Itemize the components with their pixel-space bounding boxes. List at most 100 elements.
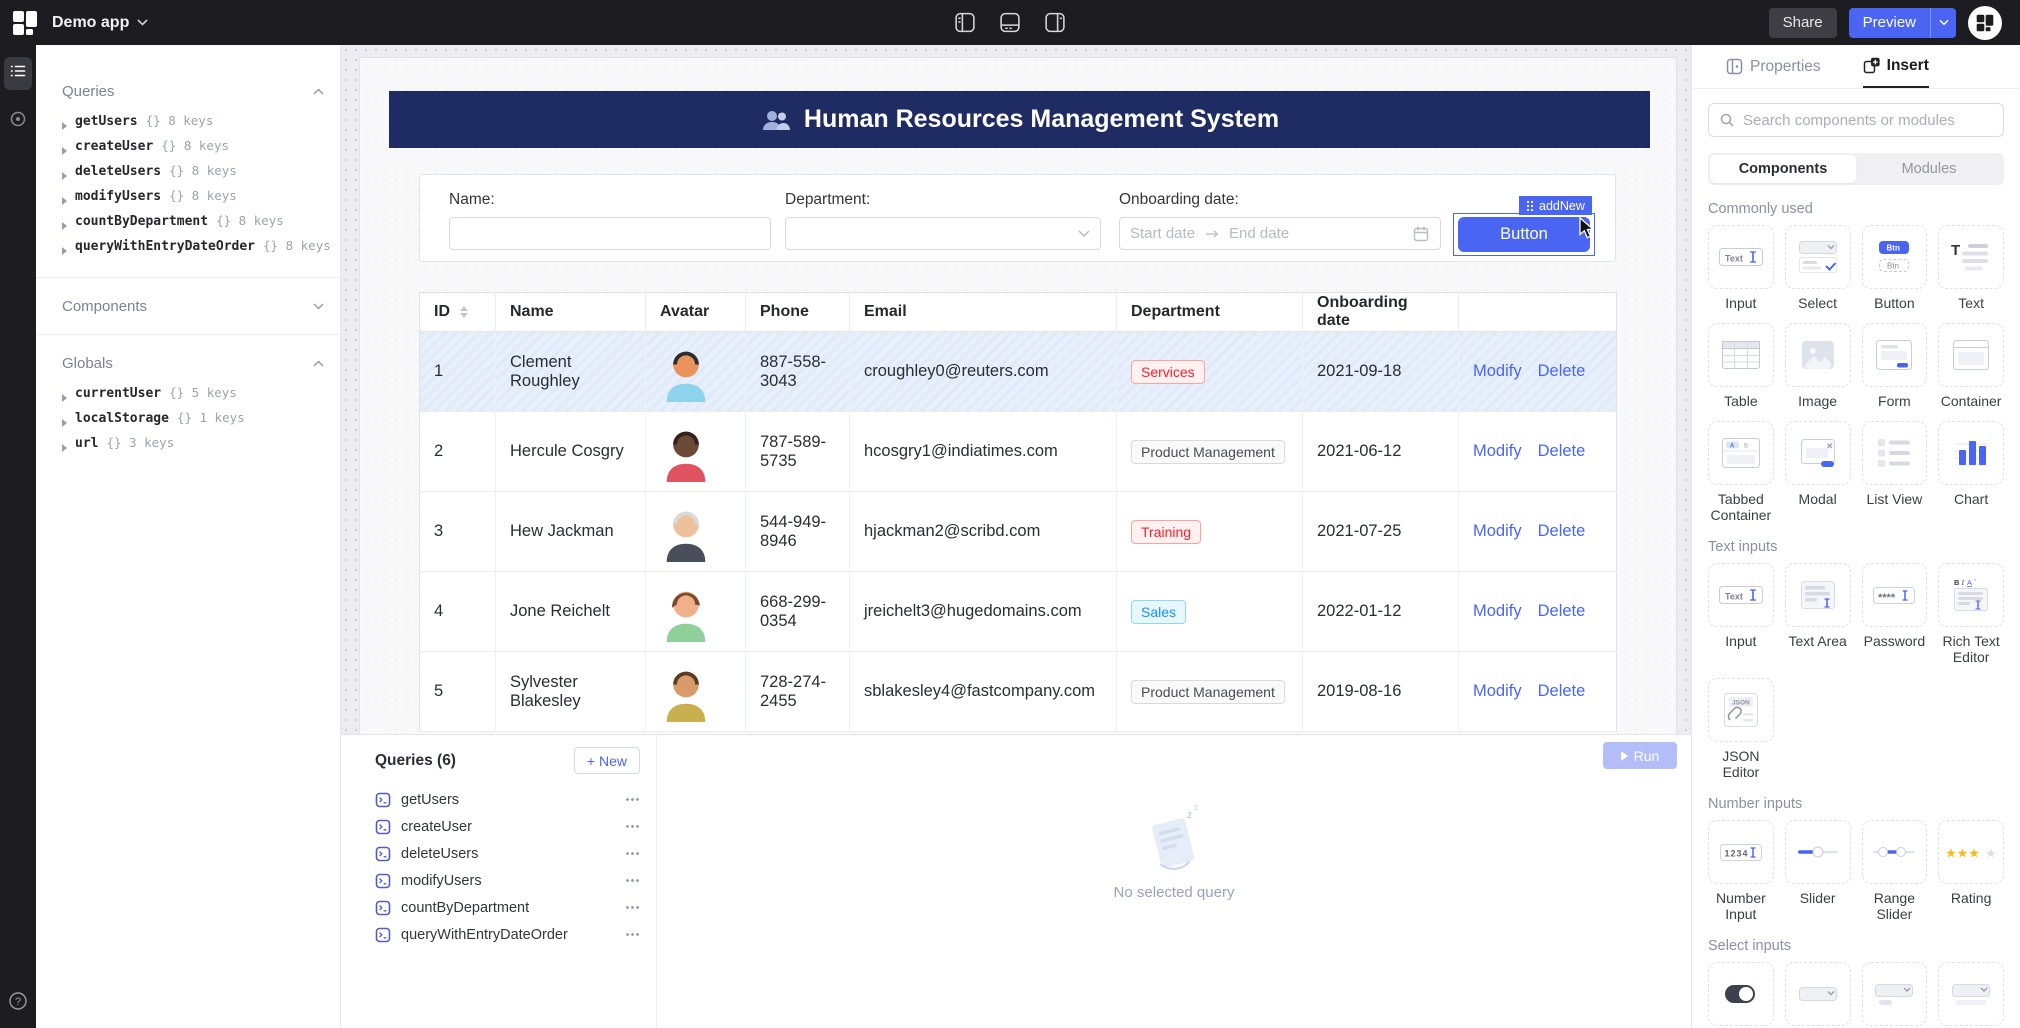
component-card-select-dropdown[interactable]	[1785, 962, 1851, 1028]
modify-link[interactable]: Modify	[1473, 442, 1522, 460]
query-list-item[interactable]: countByDepartment	[375, 894, 640, 921]
table-row[interactable]: 4 Jone Reichelt 668-299-0354 jreichelt3@…	[420, 572, 1617, 652]
modify-link[interactable]: Modify	[1473, 522, 1522, 540]
search-input[interactable]	[1743, 112, 1993, 129]
col-header-email[interactable]: Email	[850, 293, 1117, 332]
component-card-select[interactable]: Select	[1785, 225, 1851, 311]
tree-item[interactable]: createUser{} 8 keys	[62, 138, 324, 163]
disclosure-icon[interactable]	[62, 122, 67, 130]
col-header-avatar[interactable]: Avatar	[646, 293, 746, 332]
disclosure-icon[interactable]	[62, 172, 67, 180]
drag-handle-icon[interactable]	[1526, 200, 1534, 211]
help-rail-item[interactable]: ?	[8, 991, 28, 1016]
more-icon[interactable]	[625, 906, 640, 909]
tab-insert[interactable]: Insert	[1863, 45, 1929, 88]
tree-item[interactable]: countByDepartment{} 8 keys	[62, 213, 324, 238]
tree-item[interactable]: currentUser{} 5 keys	[62, 385, 324, 410]
more-icon[interactable]	[625, 879, 640, 882]
query-list-item[interactable]: createUser	[375, 813, 640, 840]
delete-link[interactable]: Delete	[1538, 522, 1586, 540]
query-list-item[interactable]: modifyUsers	[375, 867, 640, 894]
component-card-form[interactable]: Form	[1862, 323, 1928, 409]
delete-link[interactable]: Delete	[1538, 602, 1586, 620]
queries-section-header[interactable]: Queries	[62, 77, 324, 105]
component-card-password[interactable]: **** Password	[1862, 563, 1928, 665]
component-card-slider[interactable]: Slider	[1785, 820, 1851, 922]
app-logo[interactable]	[12, 10, 38, 36]
component-card-switch[interactable]	[1708, 962, 1774, 1028]
component-card-tabbed-container[interactable]: AB Tabbed Container	[1708, 421, 1774, 523]
component-card-image[interactable]: Image	[1785, 323, 1851, 409]
disclosure-icon[interactable]	[62, 394, 67, 402]
delete-link[interactable]: Delete	[1538, 442, 1586, 460]
toggle-left-panel-icon[interactable]	[954, 11, 977, 34]
query-list-item[interactable]: getUsers	[375, 786, 640, 813]
run-query-button[interactable]: Run	[1603, 742, 1677, 769]
disclosure-icon[interactable]	[62, 147, 67, 155]
name-input[interactable]	[449, 217, 771, 250]
col-header-id[interactable]: ID	[420, 293, 496, 332]
selection-badge[interactable]: addNew	[1519, 196, 1592, 215]
selected-component-outline[interactable]: Button	[1453, 213, 1595, 256]
component-card-text[interactable]: T Text	[1938, 225, 2004, 311]
tree-item[interactable]: queryWithEntryDateOrder{} 8 keys	[62, 238, 324, 263]
table-row[interactable]: 5 Sylvester Blakesley 728-274-2455 sblak…	[420, 652, 1617, 732]
modify-link[interactable]: Modify	[1473, 682, 1522, 700]
component-card-container[interactable]: Container	[1938, 323, 2004, 409]
component-card-json-editor[interactable]: JSON JSON Editor	[1708, 678, 1774, 780]
component-card-button[interactable]: BtnBtn Button	[1862, 225, 1928, 311]
col-header-name[interactable]: Name	[496, 293, 646, 332]
component-search[interactable]	[1708, 103, 2004, 137]
component-card-number-input[interactable]: 1234 Number Input	[1708, 820, 1774, 922]
tree-item[interactable]: localStorage{} 1 keys	[62, 410, 324, 435]
tree-item[interactable]: deleteUsers{} 8 keys	[62, 163, 324, 188]
component-card-rating[interactable]: ★★★★ Rating	[1938, 820, 2004, 922]
modify-link[interactable]: Modify	[1473, 362, 1522, 380]
app-sheet[interactable]: Human Resources Management System Name: …	[360, 58, 1676, 734]
col-header-department[interactable]: Department	[1117, 293, 1303, 332]
account-avatar[interactable]	[1968, 6, 2002, 40]
component-card-text-area[interactable]: Text Area	[1785, 563, 1851, 665]
toggle-right-panel-icon[interactable]	[1044, 11, 1067, 34]
tree-item[interactable]: modifyUsers{} 8 keys	[62, 188, 324, 213]
disclosure-icon[interactable]	[62, 222, 67, 230]
more-icon[interactable]	[625, 825, 640, 828]
more-icon[interactable]	[625, 933, 640, 936]
department-select[interactable]	[785, 217, 1101, 250]
app-name[interactable]: Demo app	[52, 14, 148, 32]
disclosure-icon[interactable]	[62, 197, 67, 205]
component-card-range-slider[interactable]: Range Slider	[1862, 820, 1928, 922]
employees-table[interactable]: ID Name Avatar Phone Email Department On…	[419, 292, 1617, 732]
app-title-banner[interactable]: Human Resources Management System	[389, 91, 1650, 148]
editor-canvas[interactable]: Human Resources Management System Name: …	[341, 45, 1691, 734]
modify-link[interactable]: Modify	[1473, 602, 1522, 620]
disclosure-icon[interactable]	[62, 247, 67, 255]
tree-item[interactable]: getUsers{} 8 keys	[62, 113, 324, 138]
new-query-button[interactable]: + New	[574, 747, 640, 774]
table-row[interactable]: 3 Hew Jackman 544-949-8946 hjackman2@scr…	[420, 492, 1617, 572]
delete-link[interactable]: Delete	[1538, 682, 1586, 700]
query-tree-rail-item[interactable]	[4, 57, 32, 90]
more-icon[interactable]	[625, 852, 640, 855]
component-card-cascader[interactable]	[1938, 962, 2004, 1028]
components-section-header[interactable]: Components	[62, 292, 324, 320]
toggle-bottom-panel-icon[interactable]	[999, 11, 1022, 34]
date-range-picker[interactable]: Start date End date	[1119, 217, 1441, 250]
datasource-rail-item[interactable]	[9, 110, 27, 133]
sort-icon[interactable]	[460, 306, 468, 318]
query-list-item[interactable]: deleteUsers	[375, 840, 640, 867]
globals-section-header[interactable]: Globals	[62, 349, 324, 377]
preview-caret[interactable]	[1930, 8, 1956, 38]
table-row[interactable]: 1 Clement Roughley 887-558-3043 croughle…	[420, 332, 1617, 412]
segment-components[interactable]: Components	[1710, 155, 1856, 183]
disclosure-icon[interactable]	[62, 444, 67, 452]
query-list-item[interactable]: queryWithEntryDateOrder	[375, 921, 640, 948]
tab-properties[interactable]: Properties	[1726, 45, 1821, 88]
add-new-button[interactable]: Button	[1458, 217, 1590, 252]
delete-link[interactable]: Delete	[1538, 362, 1586, 380]
component-card-table[interactable]: Table	[1708, 323, 1774, 409]
disclosure-icon[interactable]	[62, 419, 67, 427]
component-card-multiselect[interactable]	[1862, 962, 1928, 1028]
more-icon[interactable]	[625, 798, 640, 801]
table-row[interactable]: 2 Hercule Cosgry 787-589-5735 hcosgry1@i…	[420, 412, 1617, 492]
